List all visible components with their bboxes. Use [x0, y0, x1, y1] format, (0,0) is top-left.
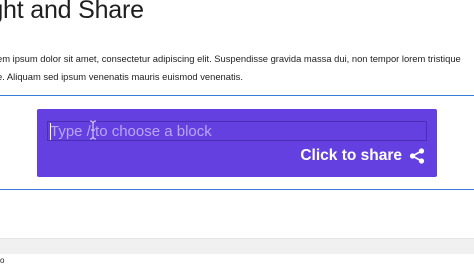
corner-text: o: [0, 256, 5, 265]
block-text-input[interactable]: [47, 121, 427, 141]
click-to-share-button[interactable]: Click to share: [300, 145, 425, 167]
editor-bottom-bar: [0, 238, 474, 254]
page-title: ight and Share: [0, 0, 144, 24]
post-paragraph[interactable]: em ipsum dolor sit amet, consectetur adi…: [0, 50, 474, 86]
share-icon: [409, 148, 425, 164]
highlight-share-block[interactable]: Click to share: [37, 109, 437, 177]
paragraph-line: e. Aliquam sed ipsum venenatis mauris eu…: [0, 71, 243, 82]
text-cursor-icon: [89, 120, 97, 140]
text-caret: [50, 123, 51, 140]
share-label: Click to share: [300, 147, 402, 164]
paragraph-line: em ipsum dolor sit amet, consectetur adi…: [0, 53, 461, 64]
